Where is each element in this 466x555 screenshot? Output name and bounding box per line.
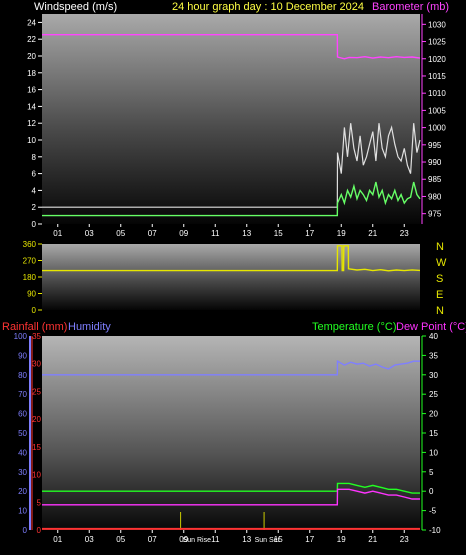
- windspeed-tick-label: 16: [27, 86, 36, 95]
- windspeed-tick-label: 12: [27, 119, 36, 128]
- windspeed-axis-label: Windspeed (m/s): [34, 1, 117, 13]
- x-tick-label: 07: [148, 229, 157, 238]
- direction-tick-label: 360: [23, 240, 37, 249]
- humidity-tick-label: 60: [18, 410, 27, 419]
- x-tick-label: 01: [53, 535, 62, 544]
- x-tick-label: 21: [368, 229, 377, 238]
- windspeed-tick-label: 24: [27, 18, 36, 27]
- humidity-tick-label: 30: [18, 468, 27, 477]
- sunrise-label: Sun Rise: [183, 537, 212, 544]
- x-tick-label: 13: [242, 229, 251, 238]
- x-tick-label: 21: [368, 535, 377, 544]
- direction-tick-label: 270: [23, 257, 37, 266]
- temperature-tick-label: 30: [429, 371, 438, 380]
- humidity-legend-label: Humidity: [68, 321, 111, 333]
- temperature-tick-label: 0: [429, 487, 434, 496]
- barometer-tick-label: 995: [428, 141, 442, 150]
- rainfall-tick-label: 20: [32, 415, 41, 424]
- x-tick-label: 15: [274, 229, 283, 238]
- direction-tick-label: 180: [23, 273, 37, 282]
- barometer-tick-label: 1000: [428, 124, 446, 133]
- x-tick-label: 17: [305, 535, 314, 544]
- direction-label-s: S: [436, 273, 443, 285]
- x-tick-label: 05: [116, 535, 125, 544]
- rainfall-tick-label: 25: [32, 387, 41, 396]
- humidity-tick-label: 40: [18, 448, 27, 457]
- barometer-tick-label: 1015: [428, 72, 446, 81]
- temperature-tick-label: 5: [429, 468, 434, 477]
- temperature-tick-label: 15: [429, 429, 438, 438]
- humidity-tick-label: 100: [14, 332, 28, 341]
- barometer-tick-label: 980: [428, 192, 442, 201]
- barometer-tick-label: 975: [428, 210, 442, 219]
- direction-tick-label: 0: [32, 306, 37, 315]
- windspeed-tick-label: 6: [32, 170, 37, 179]
- weather-graph: Windspeed (m/s) 24 hour graph day : 10 D…: [2, 1, 466, 544]
- barometer-tick-label: 1030: [428, 20, 446, 29]
- x-tick-label: 03: [85, 229, 94, 238]
- windspeed-tick-label: 22: [27, 35, 36, 44]
- rainfall-tick-label: 15: [32, 443, 41, 452]
- humidity-tick-label: 80: [18, 371, 27, 380]
- sunset-label: Sun Set: [255, 537, 280, 544]
- windspeed-tick-label: 14: [27, 102, 36, 111]
- temperature-tick-label: 35: [429, 351, 438, 360]
- x-tick-label: 17: [305, 229, 314, 238]
- direction-label-n-top: N: [436, 241, 444, 253]
- humidity-tick-label: 70: [18, 390, 27, 399]
- x-tick-label: 11: [211, 535, 220, 544]
- windspeed-tick-label: 10: [27, 136, 36, 145]
- x-tick-label: 19: [337, 535, 346, 544]
- windspeed-tick-label: 0: [32, 220, 37, 229]
- barometer-tick-label: 1005: [428, 106, 446, 115]
- rainfall-tick-label: 5: [37, 498, 42, 507]
- windspeed-tick-label: 4: [32, 186, 37, 195]
- x-tick-label: 11: [211, 229, 220, 238]
- x-tick-label: 13: [242, 535, 251, 544]
- humidity-tick-label: 10: [18, 507, 27, 516]
- windspeed-tick-label: 18: [27, 69, 36, 78]
- barometer-tick-label: 1010: [428, 89, 446, 98]
- humidity-tick-label: 90: [18, 351, 27, 360]
- x-tick-label: 03: [85, 535, 94, 544]
- barometer-tick-label: 985: [428, 175, 442, 184]
- x-tick-label: 01: [53, 229, 62, 238]
- barometer-tick-label: 1025: [428, 38, 446, 47]
- barometer-tick-label: 1020: [428, 55, 446, 64]
- direction-label-e: E: [436, 289, 443, 301]
- rainfall-tick-label: 35: [32, 332, 41, 341]
- temperature-legend-label: Temperature (°C): [312, 321, 396, 333]
- barometer-tick-label: 990: [428, 158, 442, 167]
- wind-baro-plot-area: [42, 14, 420, 224]
- windspeed-tick-label: 2: [32, 203, 37, 212]
- temperature-tick-label: -10: [429, 526, 441, 535]
- humidity-tick-label: 50: [18, 429, 27, 438]
- windspeed-tick-label: 8: [32, 153, 37, 162]
- temperature-tick-label: 40: [429, 332, 438, 341]
- humidity-tick-label: 0: [23, 526, 28, 535]
- rain-humidity-temp-plot-area: [42, 336, 420, 530]
- x-tick-label: 23: [400, 535, 409, 544]
- temperature-tick-label: 20: [429, 410, 438, 419]
- windspeed-tick-label: 20: [27, 52, 36, 61]
- temperature-tick-label: -5: [429, 507, 437, 516]
- temperature-tick-label: 25: [429, 390, 438, 399]
- direction-tick-label: 90: [27, 290, 36, 299]
- x-tick-label: 19: [337, 229, 346, 238]
- x-tick-label: 05: [116, 229, 125, 238]
- chart-title: 24 hour graph day : 10 December 2024: [172, 1, 364, 13]
- humidity-tick-label: 20: [18, 487, 27, 496]
- temperature-tick-label: 10: [429, 448, 438, 457]
- x-tick-label: 07: [148, 535, 157, 544]
- x-tick-label: 23: [400, 229, 409, 238]
- rainfall-tick-label: 10: [32, 471, 41, 480]
- rainfall-tick-label: 30: [32, 360, 41, 369]
- x-tick-label: 09: [179, 229, 188, 238]
- direction-label-n-bottom: N: [436, 305, 444, 317]
- barometer-axis-label: Barometer (mb): [372, 1, 449, 13]
- direction-label-w: W: [436, 257, 447, 269]
- direction-plot-area: [42, 244, 420, 310]
- rainfall-tick-label: 0: [37, 526, 42, 535]
